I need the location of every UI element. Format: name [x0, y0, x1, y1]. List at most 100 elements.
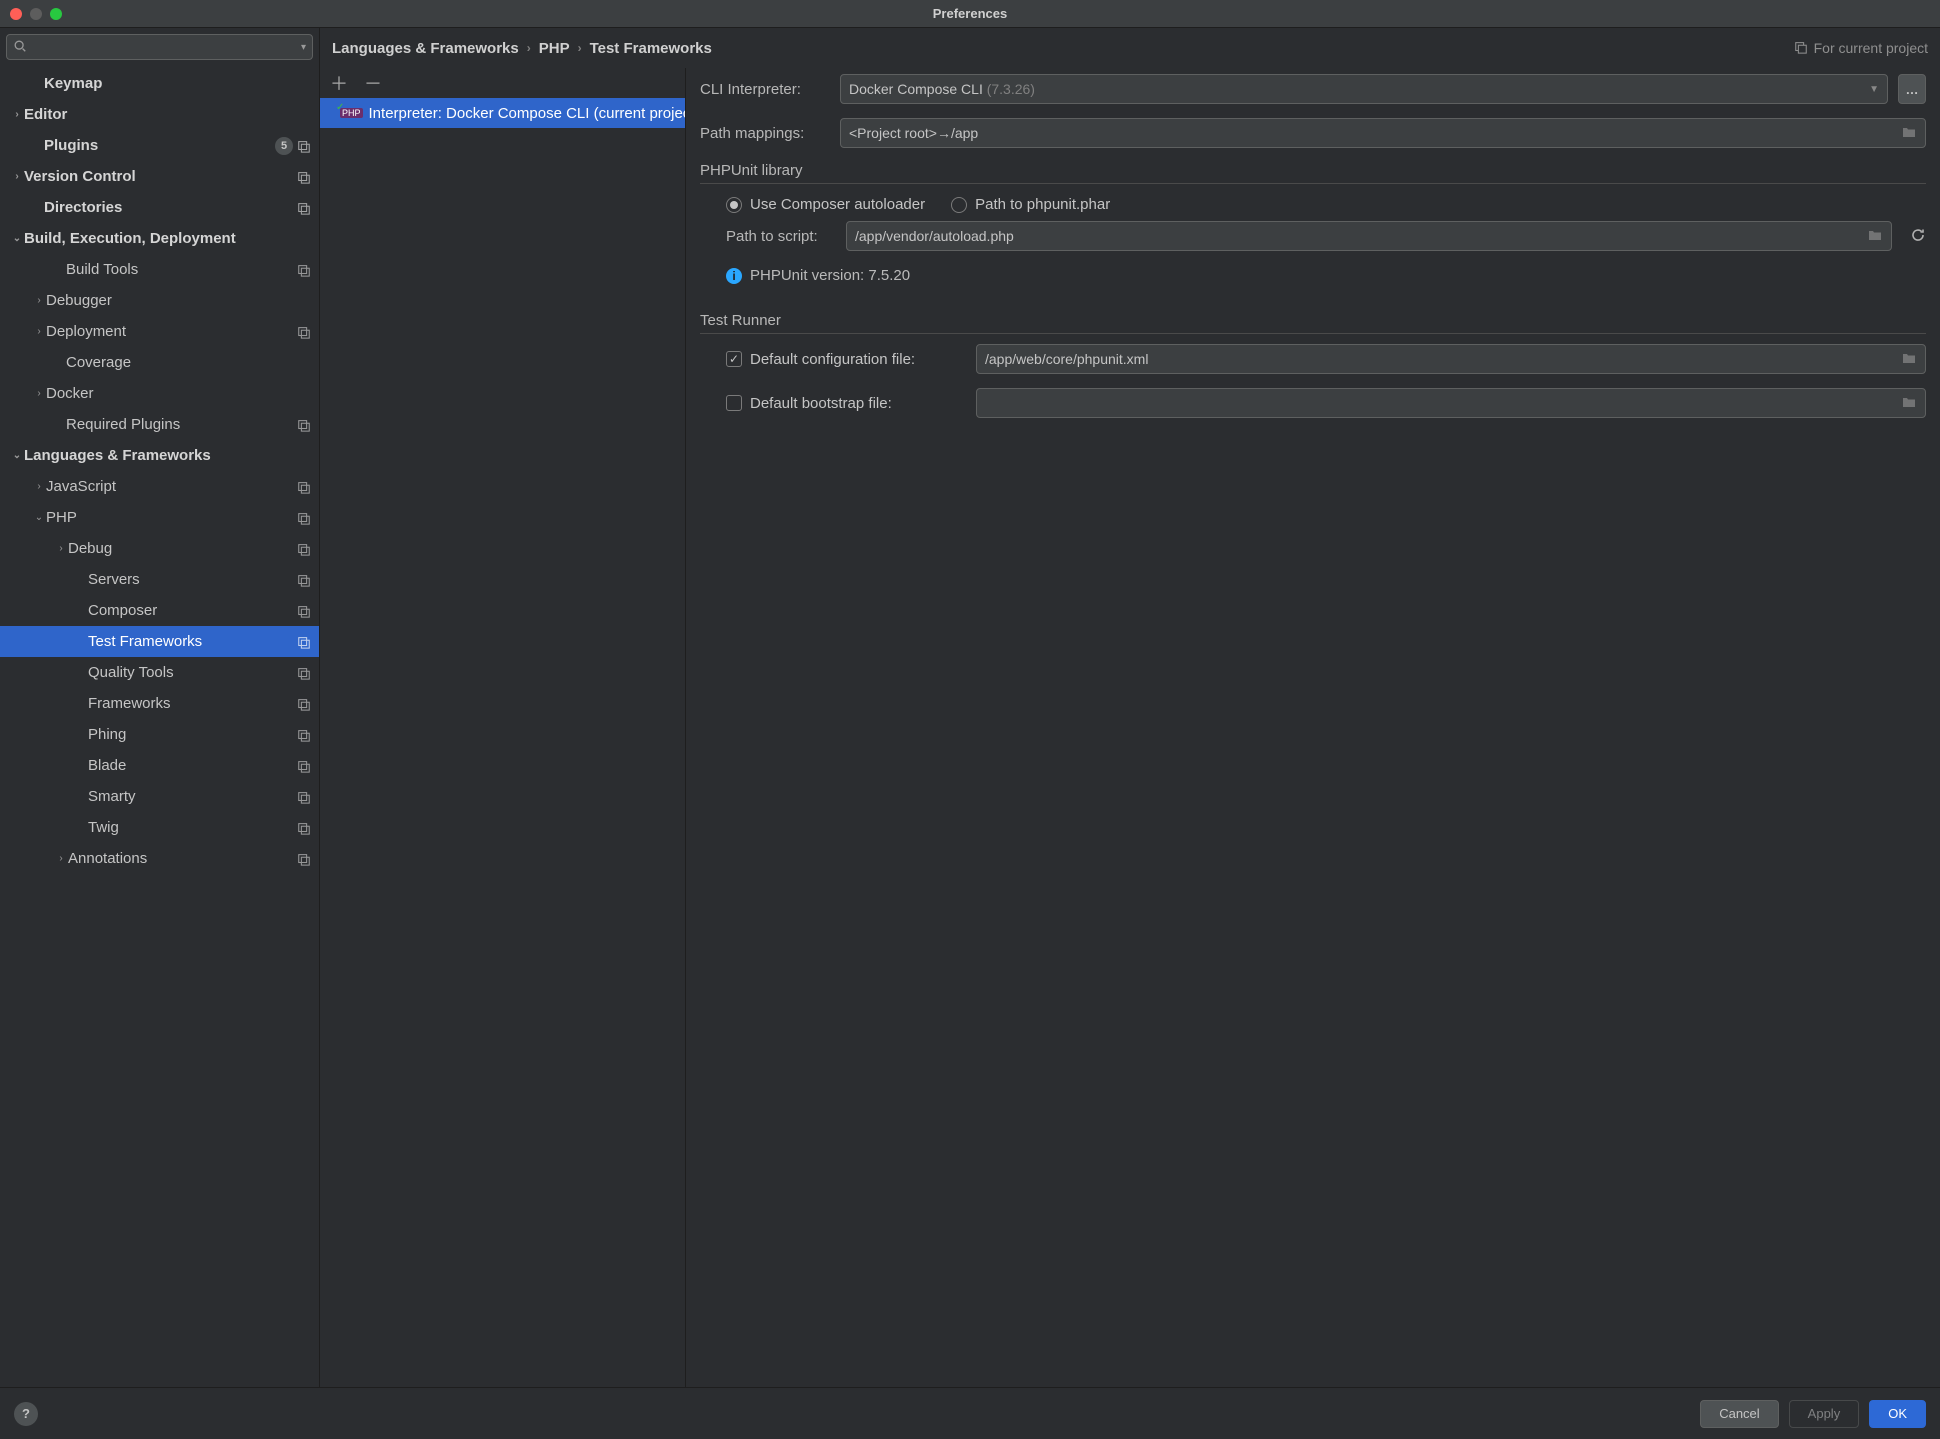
chevron-right-icon: › — [32, 326, 46, 337]
titlebar: Preferences — [0, 0, 1940, 28]
tree-item-debugger[interactable]: ›Debugger — [0, 285, 319, 316]
tree-item-label: Blade — [88, 757, 297, 774]
tree-item-php[interactable]: ⌄PHP — [0, 502, 319, 533]
tree-item-quality-tools[interactable]: Quality Tools — [0, 657, 319, 688]
path-to-script-field[interactable]: /app/vendor/autoload.php — [846, 221, 1892, 251]
tree-item-composer[interactable]: Composer — [0, 595, 319, 626]
default-bootstrap-field[interactable] — [976, 388, 1926, 418]
tree-item-docker[interactable]: ›Docker — [0, 378, 319, 409]
cli-interpreter-more-button[interactable]: … — [1898, 74, 1926, 104]
project-scope-icon — [297, 139, 311, 153]
ok-button[interactable]: OK — [1869, 1400, 1926, 1428]
project-scope-icon — [297, 635, 311, 649]
tree-item-label: Smarty — [88, 788, 297, 805]
default-bootstrap-checkbox[interactable] — [726, 395, 742, 411]
tree-item-directories[interactable]: Directories — [0, 192, 319, 223]
tree-item-label: Keymap — [44, 75, 319, 92]
tree-item-label: Required Plugins — [66, 416, 297, 433]
search-icon — [13, 39, 27, 56]
tree-item-annotations[interactable]: ›Annotations — [0, 843, 319, 874]
search-input[interactable] — [31, 40, 297, 55]
tree-item-smarty[interactable]: Smarty — [0, 781, 319, 812]
path-mappings-label: Path mappings: — [700, 125, 830, 142]
window-minimize-button[interactable] — [30, 8, 42, 20]
tree-item-label: Plugins — [44, 137, 275, 154]
chevron-down-icon: ⌄ — [10, 233, 24, 244]
project-scope-icon — [297, 573, 311, 587]
info-icon: i — [726, 268, 742, 284]
tree-item-servers[interactable]: Servers — [0, 564, 319, 595]
window-close-button[interactable] — [10, 8, 22, 20]
tree-item-label: PHP — [46, 509, 297, 526]
remove-button[interactable]: － — [364, 70, 382, 96]
project-scope-icon — [297, 542, 311, 556]
project-scope-icon — [297, 666, 311, 680]
tree-item-label: Frameworks — [88, 695, 297, 712]
folder-icon[interactable] — [1867, 227, 1883, 246]
tree-item-version-control[interactable]: ›Version Control — [0, 161, 319, 192]
tree-item-javascript[interactable]: ›JavaScript — [0, 471, 319, 502]
cli-interpreter-dropdown[interactable]: Docker Compose CLI (7.3.26) ▼ — [840, 74, 1888, 104]
search-field[interactable]: ▾ — [6, 34, 313, 60]
tree-item-languages-frameworks[interactable]: ⌄Languages & Frameworks — [0, 440, 319, 471]
path-to-phar-radio[interactable]: Path to phpunit.phar — [951, 196, 1110, 213]
project-scope-icon — [297, 480, 311, 494]
tree-item-blade[interactable]: Blade — [0, 750, 319, 781]
tree-item-test-frameworks[interactable]: Test Frameworks — [0, 626, 319, 657]
tree-item-label: Quality Tools — [88, 664, 297, 681]
phpunit-version-label: PHPUnit version: 7.5.20 — [750, 267, 910, 284]
project-scope-icon — [297, 418, 311, 432]
default-config-field[interactable]: /app/web/core/phpunit.xml — [976, 344, 1926, 374]
path-mappings-field[interactable]: <Project root>→/app — [840, 118, 1926, 148]
folder-icon[interactable] — [1901, 394, 1917, 413]
tree-item-deployment[interactable]: ›Deployment — [0, 316, 319, 347]
help-button[interactable]: ? — [14, 1402, 38, 1426]
interpreter-list-panel: ＋ － PHP Interpreter: Docker Compose CLI … — [320, 68, 686, 1387]
tree-item-required-plugins[interactable]: Required Plugins — [0, 409, 319, 440]
folder-icon[interactable] — [1901, 350, 1917, 369]
tree-item-label: Editor — [24, 106, 319, 123]
chevron-right-icon: › — [578, 41, 582, 55]
dialog-buttons: ? Cancel Apply OK — [0, 1387, 1940, 1439]
interpreter-item-label: Interpreter: Docker Compose CLI (current… — [369, 105, 685, 122]
tree-item-editor[interactable]: ›Editor — [0, 99, 319, 130]
tree-item-phing[interactable]: Phing — [0, 719, 319, 750]
chevron-right-icon: › — [10, 171, 24, 182]
chevron-right-icon: › — [54, 543, 68, 554]
tree-item-twig[interactable]: Twig — [0, 812, 319, 843]
default-config-label: Default configuration file: — [750, 351, 968, 368]
tree-item-build-execution-deployment[interactable]: ⌄Build, Execution, Deployment — [0, 223, 319, 254]
tree-item-build-tools[interactable]: Build Tools — [0, 254, 319, 285]
breadcrumb-item: Test Frameworks — [590, 40, 712, 57]
project-scope-icon — [297, 852, 311, 866]
tree-item-label: JavaScript — [46, 478, 297, 495]
breadcrumb-item: Languages & Frameworks — [332, 40, 519, 57]
tree-item-label: Annotations — [68, 850, 297, 867]
tree-item-coverage[interactable]: Coverage — [0, 347, 319, 378]
interpreter-list-item[interactable]: PHP Interpreter: Docker Compose CLI (cur… — [320, 98, 685, 128]
window-maximize-button[interactable] — [50, 8, 62, 20]
tree-item-label: Twig — [88, 819, 297, 836]
cancel-button[interactable]: Cancel — [1700, 1400, 1778, 1428]
tree-item-plugins[interactable]: Plugins5 — [0, 130, 319, 161]
project-scope-icon — [1794, 40, 1808, 57]
tree-item-label: Debugger — [46, 292, 319, 309]
cli-interpreter-label: CLI Interpreter: — [700, 81, 830, 98]
refresh-icon[interactable] — [1910, 227, 1926, 246]
default-config-checkbox[interactable] — [726, 351, 742, 367]
project-scope-icon — [297, 325, 311, 339]
tree-item-keymap[interactable]: Keymap — [0, 68, 319, 99]
settings-tree[interactable]: Keymap›EditorPlugins5›Version ControlDir… — [0, 66, 319, 1387]
apply-button[interactable]: Apply — [1789, 1400, 1860, 1428]
add-button[interactable]: ＋ — [330, 70, 348, 96]
folder-icon[interactable] — [1901, 124, 1917, 143]
project-scope-icon — [297, 790, 311, 804]
path-to-script-label: Path to script: — [726, 228, 836, 245]
tree-item-debug[interactable]: ›Debug — [0, 533, 319, 564]
tree-item-label: Debug — [68, 540, 297, 557]
breadcrumb: Languages & Frameworks › PHP › Test Fram… — [320, 28, 1940, 68]
use-composer-autoloader-radio[interactable]: Use Composer autoloader — [726, 196, 925, 213]
project-scope-label: For current project — [1814, 40, 1928, 56]
chevron-down-icon: ▼ — [1869, 84, 1879, 95]
tree-item-frameworks[interactable]: Frameworks — [0, 688, 319, 719]
